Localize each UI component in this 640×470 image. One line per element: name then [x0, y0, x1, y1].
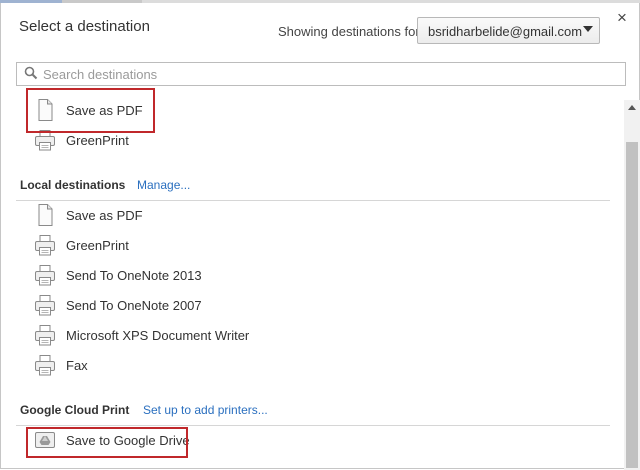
chevron-down-icon: [583, 26, 593, 32]
printer-icon: [33, 323, 57, 347]
search-box[interactable]: [16, 62, 626, 86]
close-icon[interactable]: ×: [617, 9, 627, 26]
local-destination-onenote-2013[interactable]: Send To OneNote 2013: [33, 261, 333, 289]
destination-label: Send To OneNote 2013: [66, 268, 202, 283]
destination-label: GreenPrint: [66, 238, 129, 253]
pdf-page-icon: [33, 203, 57, 227]
highlight-box: [26, 88, 155, 133]
local-destination-save-as-pdf[interactable]: Save as PDF: [33, 201, 333, 229]
printer-icon: [33, 353, 57, 377]
destination-label: Microsoft XPS Document Writer: [66, 328, 250, 343]
local-destinations-title: Local destinations: [20, 178, 126, 192]
highlight-box: [26, 427, 188, 458]
scrollbar-thumb[interactable]: [626, 142, 638, 468]
destination-label: Fax: [66, 358, 88, 373]
cloud-print-title: Google Cloud Print: [20, 403, 130, 417]
printer-icon: [33, 263, 57, 287]
printer-icon: [33, 293, 57, 317]
dialog-title: Select a destination: [19, 18, 150, 35]
destination-label: GreenPrint: [66, 133, 129, 148]
destination-label: Save as PDF: [66, 208, 143, 223]
local-destination-greenprint[interactable]: GreenPrint: [33, 231, 333, 259]
local-destination-onenote-2007[interactable]: Send To OneNote 2007: [33, 291, 333, 319]
manage-link[interactable]: Manage...: [137, 178, 190, 192]
printer-icon: [33, 233, 57, 257]
vertical-scrollbar[interactable]: [624, 100, 640, 470]
account-select[interactable]: bsridharbelide@gmail.com: [417, 17, 600, 44]
account-value: bsridharbelide@gmail.com: [428, 24, 583, 39]
search-input[interactable]: [43, 66, 613, 82]
destination-dialog: Select a destination × Showing destinati…: [0, 3, 640, 470]
search-icon: [24, 66, 38, 80]
showing-destinations-label: Showing destinations for: [278, 24, 420, 39]
local-destination-xps-writer[interactable]: Microsoft XPS Document Writer: [33, 321, 333, 349]
destination-label: Send To OneNote 2007: [66, 298, 202, 313]
scroll-up-icon[interactable]: [628, 105, 636, 110]
local-destination-fax[interactable]: Fax: [33, 351, 333, 379]
setup-printers-link[interactable]: Set up to add printers...: [143, 403, 268, 417]
